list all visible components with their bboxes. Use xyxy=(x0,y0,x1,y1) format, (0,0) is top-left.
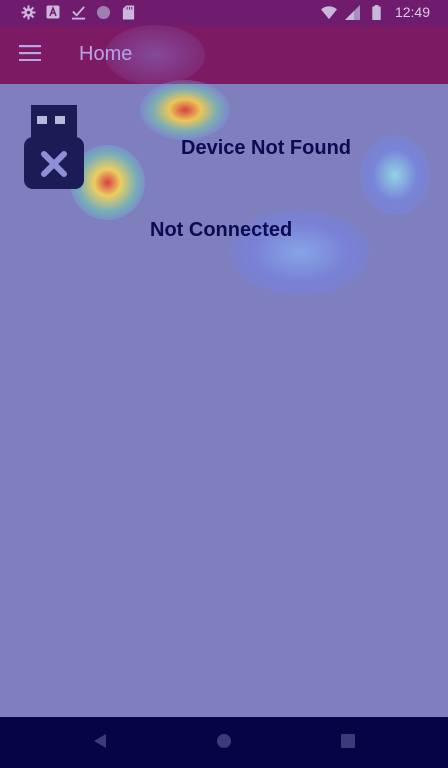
recents-icon xyxy=(341,733,355,753)
font-icon xyxy=(45,4,61,20)
status-right-icons: 12:49 xyxy=(320,4,430,20)
sd-card-icon xyxy=(120,4,136,20)
back-icon xyxy=(93,733,107,754)
app-bar: Home xyxy=(0,26,448,84)
home-button[interactable] xyxy=(212,731,236,755)
app-bar-title: Home xyxy=(79,43,133,65)
connection-status-text: Not Connected xyxy=(150,219,293,241)
system-nav-bar xyxy=(0,717,448,768)
check-icon xyxy=(70,4,86,20)
device-status-title: Device Not Found xyxy=(181,137,352,159)
status-clock: 12:49 xyxy=(394,4,430,20)
status-left-icons xyxy=(20,4,136,20)
hamburger-menu-icon xyxy=(19,44,41,66)
recents-button[interactable] xyxy=(336,731,360,755)
circle-icon xyxy=(95,4,111,20)
signal-icon xyxy=(345,4,361,20)
heat-overlay-3 xyxy=(360,135,430,215)
status-bar: 12:49 xyxy=(0,0,448,26)
usb-off-icon xyxy=(22,104,86,190)
hamburger-menu-button[interactable] xyxy=(14,39,46,71)
back-button[interactable] xyxy=(88,731,112,755)
wifi-icon xyxy=(320,4,337,20)
battery-icon xyxy=(369,4,385,20)
heat-overlay-1 xyxy=(140,80,230,140)
settings-icon xyxy=(20,4,36,20)
home-icon xyxy=(216,733,232,754)
